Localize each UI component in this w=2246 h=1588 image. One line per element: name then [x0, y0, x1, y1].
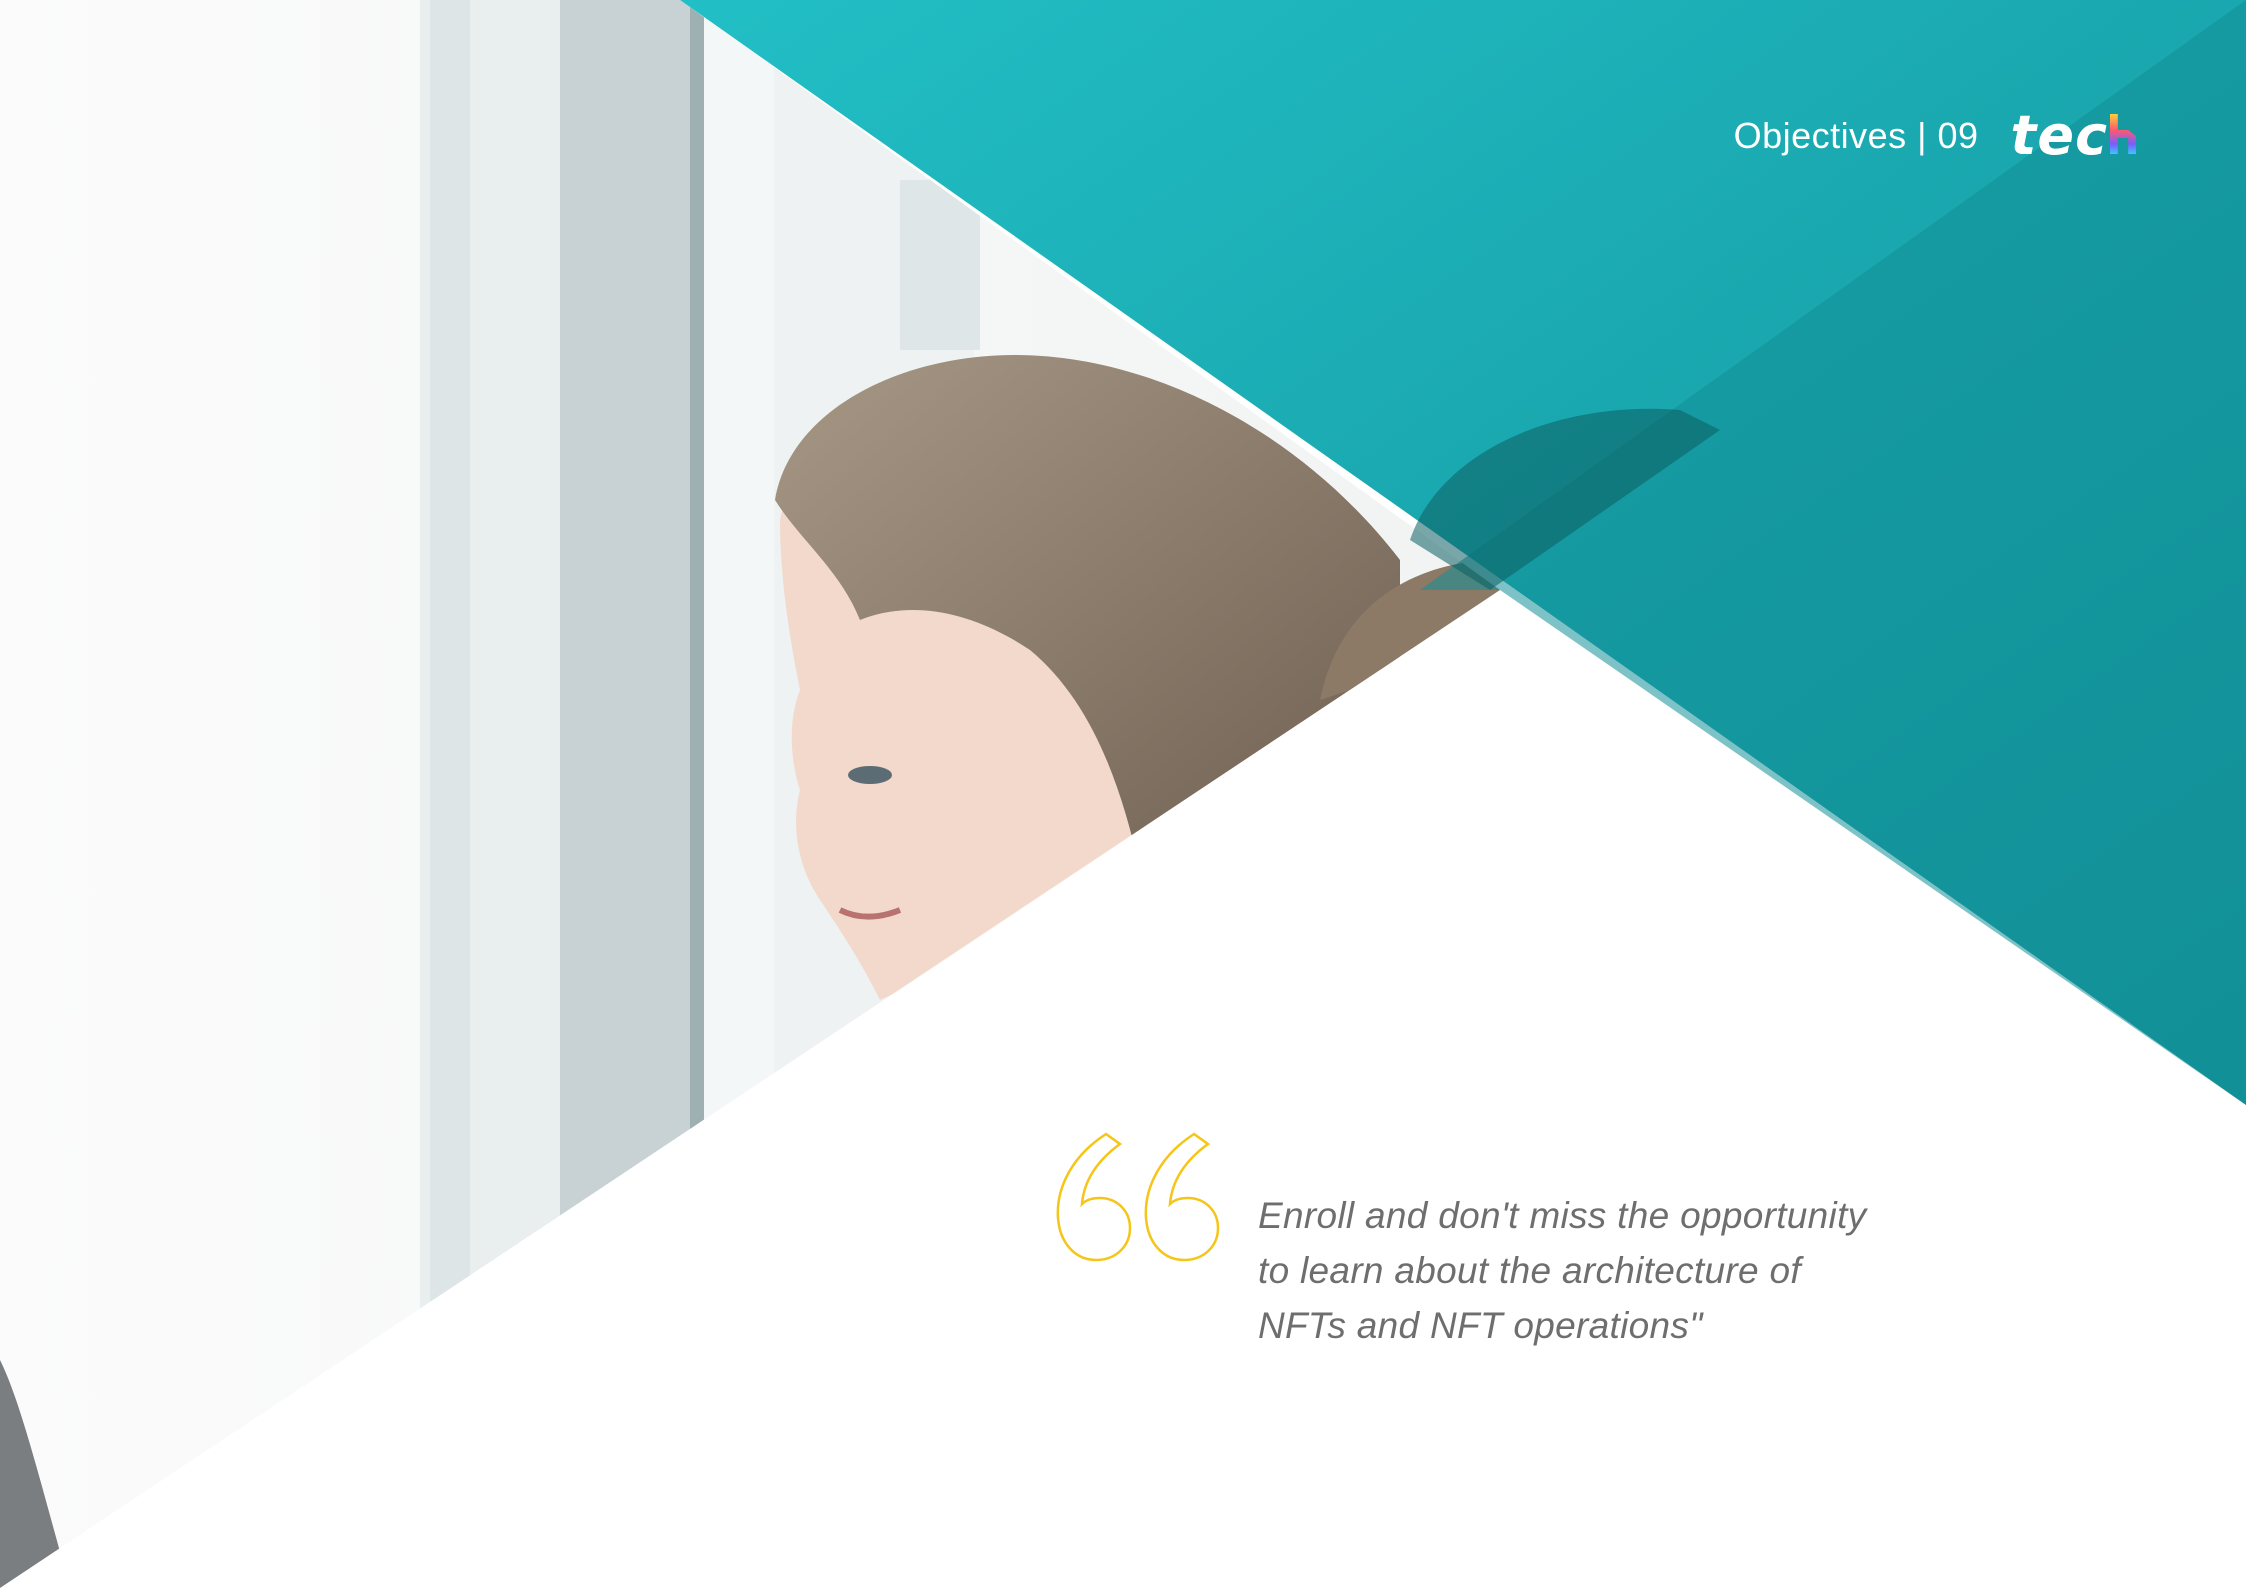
quote-line-2: to learn about the architecture of	[1258, 1250, 1801, 1291]
quote-line-1: Enroll and don't miss the opportunity	[1258, 1195, 1867, 1236]
testimonial-quote: Enroll and don't miss the opportunity to…	[1258, 1188, 1958, 1353]
quote-mark-icon	[1056, 1132, 1220, 1262]
logo-text: tec	[2010, 104, 2108, 167]
quote-line-3: NFTs and NFT operations"	[1258, 1305, 1703, 1346]
tech-logo: tec	[2011, 104, 2136, 167]
logo-accent-icon	[2110, 114, 2136, 154]
header: Objectives | 09 tec	[1734, 104, 2136, 167]
section-label: Objectives | 09	[1733, 114, 1979, 156]
